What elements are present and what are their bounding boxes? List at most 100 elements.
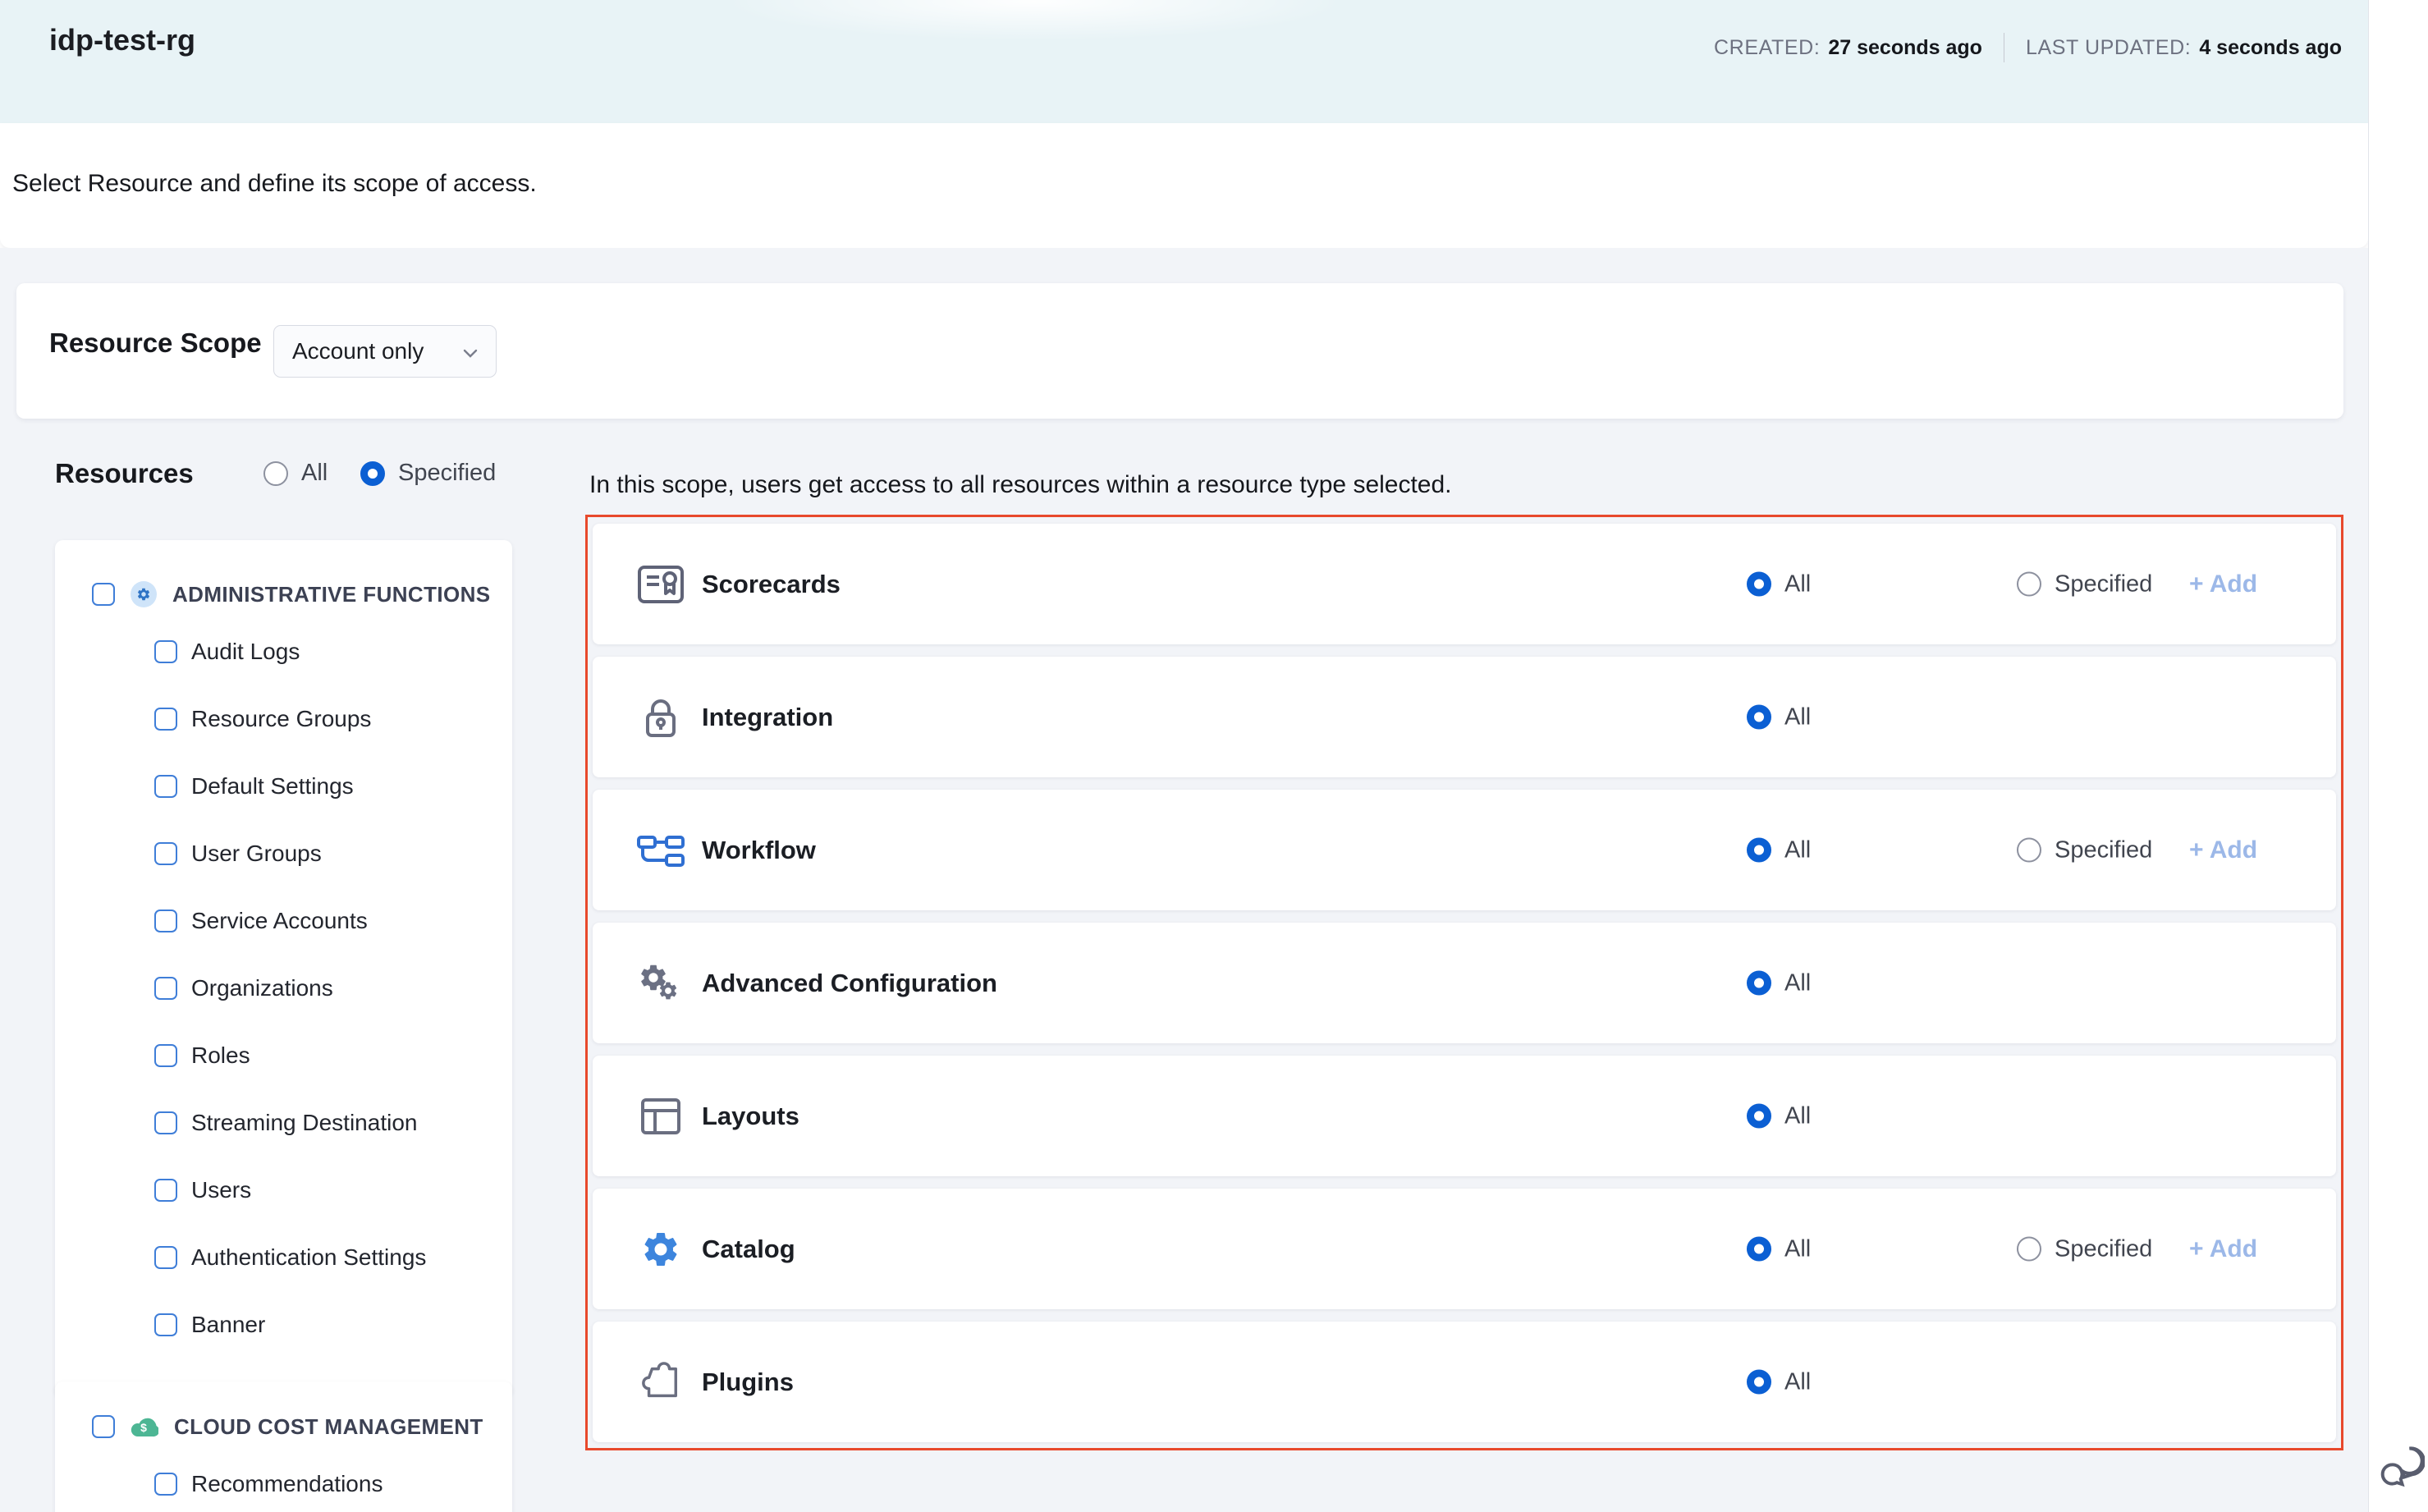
resource-group-ccm-card: $ CLOUD COST MANAGEMENT Recommendations (55, 1381, 512, 1512)
add-button[interactable]: + Add (2189, 570, 2257, 598)
layout-icon (636, 1095, 685, 1138)
list-item: Streaming Destination (55, 1089, 512, 1157)
list-item: User Groups (55, 820, 512, 887)
item-checkbox[interactable] (154, 1246, 177, 1269)
add-button[interactable]: + Add (2189, 1235, 2257, 1263)
page-body: Resource Scope Account only Resources Al… (0, 248, 2368, 1512)
cloud-dollar-icon: $ (131, 1413, 158, 1440)
created-label: CREATED: (1714, 36, 1820, 60)
list-item: Organizations (55, 955, 512, 1022)
item-checkbox[interactable] (154, 977, 177, 1000)
resource-type-label: Workflow (702, 836, 816, 865)
radio-selected-icon (1747, 1370, 1771, 1395)
item-checkbox[interactable] (154, 1313, 177, 1336)
resources-title: Resources (55, 458, 194, 489)
admin-gear-icon (131, 581, 157, 607)
radio-selected-icon (1747, 1104, 1771, 1129)
group-name: CLOUD COST MANAGEMENT (174, 1414, 483, 1440)
all-radio[interactable]: All (1747, 969, 1811, 997)
radio-selected-icon (1747, 838, 1771, 863)
action-toolbar: Select Resource and define its scope of … (0, 123, 2368, 248)
scope-description: In this scope, users get access to all r… (589, 471, 1452, 499)
list-item: Audit Logs (55, 618, 512, 685)
resource-types-container: Scorecards All Specified + Add (585, 515, 2343, 1450)
resource-type-row-scorecards: Scorecards All Specified + Add (593, 524, 2336, 644)
resource-type-label: Catalog (702, 1235, 795, 1264)
add-button[interactable]: + Add (2189, 836, 2257, 864)
group-header: $ CLOUD COST MANAGEMENT (55, 1381, 512, 1440)
item-checkbox[interactable] (154, 640, 177, 663)
updated-label: LAST UPDATED: (2026, 36, 2191, 60)
specified-radio[interactable]: Specified (2017, 570, 2152, 598)
item-checkbox[interactable] (154, 1473, 177, 1496)
item-checkbox[interactable] (154, 1111, 177, 1134)
resource-type-row-catalog: Catalog All Specified + Add (593, 1189, 2336, 1309)
radio-selected-icon (360, 461, 385, 486)
svg-text:$: $ (140, 1421, 147, 1434)
gears-icon (636, 962, 685, 1005)
radio-selected-icon (1747, 1237, 1771, 1262)
radio-unselected-icon (263, 461, 288, 486)
resource-scope-value: Account only (292, 338, 424, 364)
list-item: Default Settings (55, 753, 512, 820)
all-radio[interactable]: All (1747, 1368, 1811, 1395)
group-items: Recommendations (55, 1450, 512, 1512)
specified-radio[interactable]: Specified (2017, 836, 2152, 864)
all-radio[interactable]: All (1747, 1102, 1811, 1129)
toolbar-description: Select Resource and define its scope of … (12, 170, 537, 198)
item-checkbox[interactable] (154, 909, 177, 932)
resource-type-label: Layouts (702, 1102, 799, 1131)
catalog-gear-icon (636, 1228, 685, 1271)
scorecards-icon (636, 563, 685, 606)
radio-selected-icon (1747, 572, 1771, 597)
all-radio[interactable]: All (1747, 836, 1811, 864)
list-item: Banner (55, 1291, 512, 1359)
group-header: ADMINISTRATIVE FUNCTIONS (55, 540, 512, 607)
list-item: Authentication Settings (55, 1224, 512, 1291)
radio-unselected-icon (2017, 572, 2041, 597)
resource-scope-dropdown[interactable]: Account only (273, 325, 497, 378)
resources-all-radio[interactable]: All (263, 460, 328, 487)
resources-specified-radio[interactable]: Specified (360, 460, 496, 487)
resource-type-row-layouts: Layouts All (593, 1056, 2336, 1176)
specified-radio[interactable]: Specified (2017, 1235, 2152, 1262)
workflow-icon (636, 829, 685, 872)
all-radio[interactable]: All (1747, 1235, 1811, 1262)
group-name: ADMINISTRATIVE FUNCTIONS (172, 582, 491, 607)
resource-group-admin-card: ADMINISTRATIVE FUNCTIONS Audit Logs Reso… (55, 540, 512, 1397)
meta-info: CREATED: 27 seconds ago LAST UPDATED: 4 … (1714, 33, 2342, 62)
group-items: Audit Logs Resource Groups Default Setti… (55, 618, 512, 1359)
created-value: 27 seconds ago (1828, 36, 1982, 60)
item-checkbox[interactable] (154, 1044, 177, 1067)
resource-type-row-integration: Integration All (593, 657, 2336, 777)
item-checkbox[interactable] (154, 775, 177, 798)
header-glow (722, 0, 1346, 41)
resource-type-label: Integration (702, 703, 833, 732)
item-checkbox[interactable] (154, 708, 177, 731)
resource-type-row-plugins: Plugins All (593, 1322, 2336, 1442)
resource-type-label: Advanced Configuration (702, 969, 997, 998)
group-checkbox[interactable] (92, 583, 115, 606)
list-item: Recommendations (55, 1450, 512, 1512)
all-radio[interactable]: All (1747, 570, 1811, 598)
page-title: idp-test-rg (49, 23, 195, 57)
puzzle-icon (636, 1361, 685, 1404)
resource-type-row-advanced-configuration: Advanced Configuration All (593, 923, 2336, 1043)
item-checkbox[interactable] (154, 1179, 177, 1202)
list-item: Resource Groups (55, 685, 512, 753)
radio-selected-icon (1747, 971, 1771, 996)
group-checkbox[interactable] (92, 1415, 115, 1438)
radio-selected-icon (1747, 705, 1771, 730)
resource-type-label: Plugins (702, 1368, 794, 1397)
list-item: Service Accounts (55, 887, 512, 955)
radio-unselected-icon (2017, 1237, 2041, 1262)
item-checkbox[interactable] (154, 842, 177, 865)
all-radio[interactable]: All (1747, 703, 1811, 731)
resources-header: Resources All Specified (55, 453, 512, 499)
resource-type-label: Scorecards (702, 570, 841, 599)
list-item: Users (55, 1157, 512, 1224)
radio-unselected-icon (2017, 838, 2041, 863)
updated-value: 4 seconds ago (2199, 36, 2342, 60)
resource-type-row-workflow: Workflow All Specified + Add (593, 790, 2336, 910)
chat-support-icon[interactable] (2379, 1443, 2425, 1494)
